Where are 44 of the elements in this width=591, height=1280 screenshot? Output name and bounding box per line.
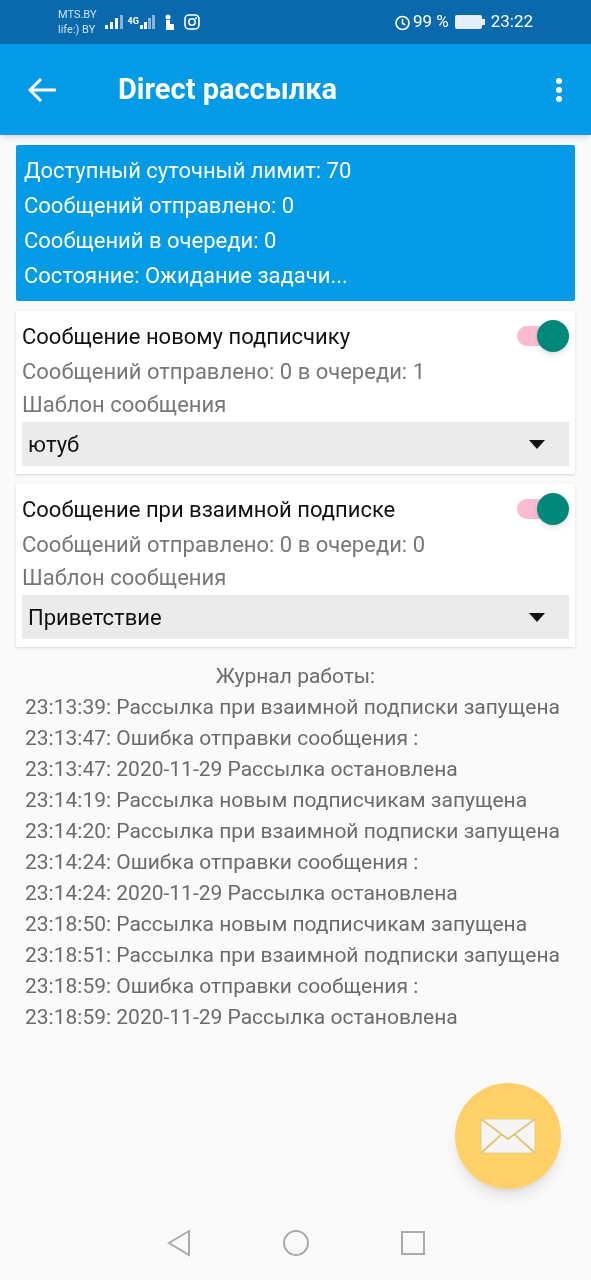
section-title: Сообщение при взаимной подписке [22, 495, 396, 524]
battery-icon [454, 15, 485, 29]
summary-line: Сообщений отправлено: 0 [24, 192, 296, 220]
log-title: Журнал работы: [214, 663, 377, 690]
envelope-icon [480, 1118, 536, 1154]
back-arrow-icon[interactable] [28, 76, 58, 103]
template-dropdown[interactable]: ютуб [22, 422, 569, 466]
log-entry: 23:13:39: Рассылка при взаимной подписки запущена [25, 694, 561, 721]
dropdown-caret-icon [529, 439, 545, 449]
summary-line: Доступный суточный лимит: 70 [24, 157, 353, 185]
template-dropdown[interactable]: Приветствие [22, 595, 569, 639]
signal-icon [104, 15, 123, 29]
log-entry: 23:14:24: Ошибка отправки сообщения : [25, 849, 420, 876]
section-stats: Сообщений отправлено: 0 в очереди: 0 [22, 531, 426, 559]
carrier-label: MTS.BY [58, 7, 97, 22]
log-entry: 23:14:19: Рассылка новым подписчикам запущена [25, 787, 529, 814]
battery-percent: 99 % [412, 10, 449, 34]
log-entry: 23:18:59: Ошибка отправки сообщения : [25, 973, 420, 1000]
dropdown-caret-icon [529, 612, 545, 622]
log-entry: 23:14:24: 2020-11-29 Рассылка остановлена [25, 880, 459, 907]
log-entry: 23:14:20: Рассылка при взаимной подписки запущена [25, 818, 561, 845]
template-label: Шаблон сообщения [22, 564, 228, 592]
signal-icon [139, 15, 156, 29]
back-nav-icon[interactable] [165, 1228, 192, 1257]
recents-nav-icon[interactable] [399, 1229, 426, 1256]
log-entry: 23:18:50: Рассылка новым подписчикам запущена [25, 911, 529, 938]
summary-line: Состояние: Ожидание задачи... [24, 262, 349, 290]
camera-icon [183, 14, 200, 30]
more-menu-icon[interactable] [555, 76, 563, 103]
section-stats: Сообщений отправлено: 0 в очереди: 1 [22, 358, 426, 386]
log-entry: 23:13:47: 2020-11-29 Рассылка остановлена [25, 756, 459, 783]
section-title: Сообщение новому подписчику [22, 322, 351, 351]
summary-line: Сообщений в очереди: 0 [24, 227, 278, 255]
log-entry: 23:18:59: 2020-11-29 Рассылка остановлена [25, 1004, 459, 1031]
log-entry: 23:18:51: Рассылка при взаимной подписки запущена [25, 942, 561, 969]
alarm-icon [393, 13, 411, 31]
clock: 23:22 [490, 10, 533, 34]
carrier-label: life:) BY [58, 22, 97, 37]
network-label: 4G [127, 15, 139, 29]
log-entry: 23:13:47: Ошибка отправки сообщения : [25, 725, 420, 752]
home-nav-icon[interactable] [281, 1228, 310, 1257]
touch-icon [163, 14, 176, 30]
template-label: Шаблон сообщения [22, 391, 228, 419]
screen-title: Direct рассылка [118, 70, 338, 108]
